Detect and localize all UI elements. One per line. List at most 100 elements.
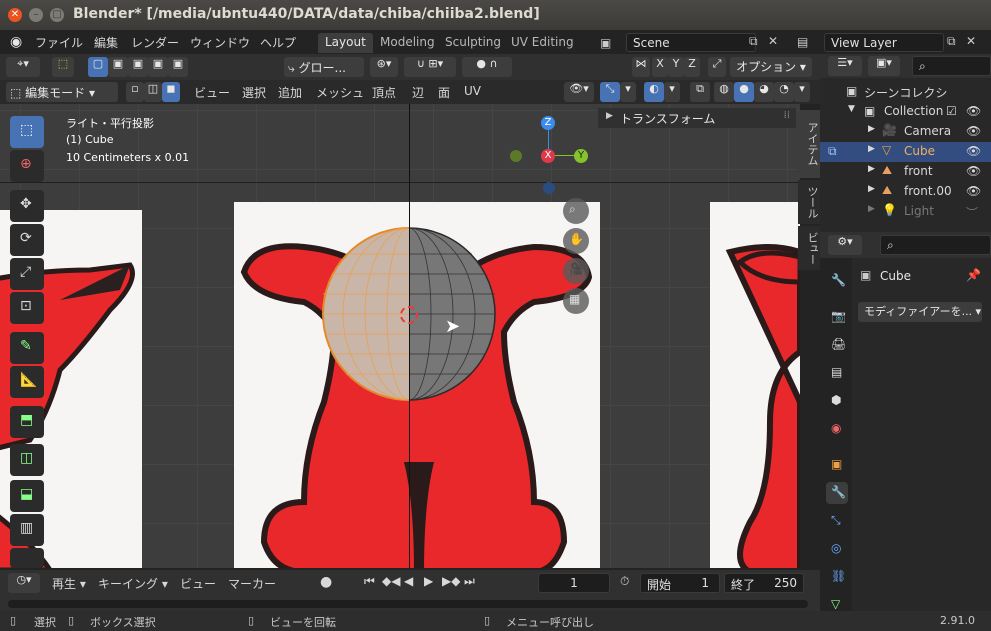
- add-modifier-dropdown[interactable]: モディファイアーを... ▾: [858, 302, 982, 322]
- blender-logo-icon[interactable]: ◉: [10, 34, 22, 50]
- tab-sculpting[interactable]: Sculpting: [438, 33, 508, 53]
- object-props-icon[interactable]: ▣: [826, 454, 848, 476]
- scene-icon[interactable]: ▣: [600, 36, 611, 50]
- face-select-icon[interactable]: ◼: [162, 82, 180, 102]
- properties-search-field[interactable]: ⌕: [880, 235, 991, 255]
- gizmo-neg-z-axis[interactable]: [543, 182, 555, 194]
- select-tool-icon[interactable]: ⬚: [52, 57, 74, 77]
- zoom-icon[interactable]: ⌕: [563, 198, 589, 224]
- select-mode-invert-icon[interactable]: ▣: [148, 57, 168, 77]
- tool-loop-cut-icon[interactable]: ▥: [10, 514, 44, 546]
- tool-rotate-icon[interactable]: ⟳: [10, 224, 44, 256]
- edge-select-icon[interactable]: ◫: [144, 82, 162, 102]
- select-mode-subtract-icon[interactable]: ▣: [128, 57, 148, 77]
- menu-edit[interactable]: 編集: [94, 34, 118, 51]
- eye-icon[interactable]: 👁: [966, 184, 981, 198]
- tool-props-icon[interactable]: 🔧: [826, 270, 848, 292]
- shading-dropdown-icon[interactable]: ▾: [794, 82, 810, 102]
- properties-editor-type-icon[interactable]: ⚙▾: [828, 235, 862, 255]
- constraints-props-icon[interactable]: ⛓: [826, 566, 848, 588]
- tab-modeling[interactable]: Modeling: [373, 33, 442, 53]
- outliner-display-mode-icon[interactable]: ▣▾: [868, 56, 900, 76]
- start-frame-field[interactable]: 開始 1: [640, 573, 720, 593]
- tool-inset-icon[interactable]: ◫: [10, 444, 44, 476]
- menu-file[interactable]: ファイル: [35, 34, 83, 51]
- jump-start-icon[interactable]: ⏮: [364, 574, 375, 589]
- eye-icon[interactable]: 👁: [966, 104, 981, 118]
- ortho-grid-icon[interactable]: ▦: [563, 288, 589, 314]
- render-props-icon[interactable]: 📷: [826, 306, 848, 328]
- pan-hand-icon[interactable]: ✋: [563, 228, 589, 254]
- pin-icon[interactable]: 📌: [966, 268, 981, 282]
- playback-menu[interactable]: 再生 ▾: [52, 575, 86, 592]
- eye-icon[interactable]: 👁: [966, 124, 981, 138]
- camera-view-icon[interactable]: 🎥: [563, 258, 589, 284]
- overlay-toggle-icon[interactable]: ◐: [644, 82, 664, 102]
- tool-cursor-icon[interactable]: ⊕: [10, 150, 44, 182]
- keying-menu[interactable]: キーイング ▾: [98, 575, 168, 592]
- auto-merge-icon[interactable]: ⤢: [708, 57, 726, 77]
- edit-mode-icon[interactable]: ⧉: [828, 144, 837, 159]
- tool-extrude-icon[interactable]: ⬒: [10, 406, 44, 438]
- material-shading-icon[interactable]: ◕: [754, 82, 774, 102]
- outliner-row-collection[interactable]: ▼ ▣ Collection ☑ 👁: [820, 102, 991, 122]
- prev-keyframe-icon[interactable]: ◆◀: [382, 574, 400, 588]
- tab-layout[interactable]: Layout: [318, 33, 373, 53]
- tool-annotate-icon[interactable]: ✎: [10, 332, 44, 364]
- tool-select-box-icon[interactable]: ⬚: [10, 116, 44, 148]
- menu-edge[interactable]: 辺: [412, 84, 424, 101]
- menu-add[interactable]: 追加: [278, 84, 302, 101]
- tool-bevel-icon[interactable]: ⬓: [10, 480, 44, 512]
- snap-icon[interactable]: ∪ ⊞▾: [404, 57, 456, 77]
- end-frame-field[interactable]: 終了 250: [724, 573, 804, 593]
- menu-render[interactable]: レンダー: [131, 34, 179, 51]
- particles-props-icon[interactable]: ⤡: [826, 510, 848, 532]
- tool-knife-icon[interactable]: [10, 548, 44, 568]
- tool-measure-icon[interactable]: 📐: [10, 366, 44, 398]
- outliner-search-field[interactable]: ⌕: [912, 56, 991, 76]
- outliner-row-camera[interactable]: ▶ 🎥 Camera 👁: [820, 122, 991, 142]
- n-panel-transform[interactable]: ▶ トランスフォーム ⁞⁞: [598, 108, 796, 128]
- menu-window[interactable]: ウィンドウ: [190, 34, 250, 51]
- rendered-shading-icon[interactable]: ◔: [774, 82, 794, 102]
- menu-mesh[interactable]: メッシュ: [316, 84, 364, 101]
- proportional-edit-icon[interactable]: ● ∩: [462, 57, 512, 77]
- tool-scale-icon[interactable]: ⤢: [10, 258, 44, 290]
- menu-select[interactable]: 選択: [242, 84, 266, 101]
- stopwatch-icon[interactable]: ⏱: [620, 574, 629, 589]
- scene-props-icon[interactable]: ⬢: [826, 390, 848, 412]
- wireframe-shading-icon[interactable]: ◍: [714, 82, 734, 102]
- delete-scene-icon[interactable]: ✕: [768, 34, 778, 48]
- maximize-window-button[interactable]: □: [50, 8, 64, 22]
- gizmo-y-axis[interactable]: Y: [574, 149, 588, 163]
- outliner-row-front-001[interactable]: ▶ ⛰ front.00 👁: [820, 182, 991, 202]
- xray-icon[interactable]: ⧉: [690, 82, 710, 102]
- play-reverse-icon[interactable]: ◀: [404, 574, 413, 588]
- menu-view[interactable]: ビュー: [194, 84, 230, 101]
- outliner-row-front[interactable]: ▶ ⛰ front 👁: [820, 162, 991, 182]
- menu-vertex[interactable]: 頂点: [372, 84, 396, 101]
- menu-face[interactable]: 面: [438, 84, 450, 101]
- visibility-icon[interactable]: 👁▾: [564, 82, 594, 102]
- sidetab-item[interactable]: アイテム: [798, 110, 820, 178]
- mode-dropdown[interactable]: ⬚ 編集モード ▾: [6, 82, 118, 102]
- gizmo-toggle-icon[interactable]: ⤡: [600, 82, 620, 102]
- menu-help[interactable]: ヘルプ: [260, 34, 296, 51]
- outliner-row-light[interactable]: ▶ 💡 Light ︶: [820, 202, 991, 222]
- drag-handle-icon[interactable]: ⁞⁞: [784, 110, 790, 121]
- tool-move-icon[interactable]: ✥: [10, 190, 44, 222]
- outliner-editor-type-icon[interactable]: ☰▾: [828, 56, 862, 76]
- gizmo-neg-y-axis[interactable]: [510, 150, 522, 162]
- select-mode-new-icon[interactable]: ▢: [88, 57, 108, 77]
- 3d-viewport[interactable]: ➤ ライト・平行投影 (1) Cube 10 Centimeters x 0.0…: [0, 104, 800, 568]
- physics-props-icon[interactable]: ◎: [826, 538, 848, 560]
- gizmo-z-axis[interactable]: Z: [541, 116, 555, 130]
- minimize-window-button[interactable]: –: [29, 8, 43, 22]
- close-window-button[interactable]: ✕: [8, 8, 22, 22]
- overlay-dropdown-icon[interactable]: ▾: [664, 82, 680, 102]
- outliner-scene-collection[interactable]: ▣ シーンコレクシ: [820, 82, 991, 102]
- select-mode-extend-icon[interactable]: ▣: [108, 57, 128, 77]
- timeline-editor-type-icon[interactable]: ◷▾: [8, 573, 40, 593]
- editor-type-icon[interactable]: ⌖▾: [6, 57, 40, 77]
- new-scene-icon[interactable]: ⧉: [749, 34, 758, 49]
